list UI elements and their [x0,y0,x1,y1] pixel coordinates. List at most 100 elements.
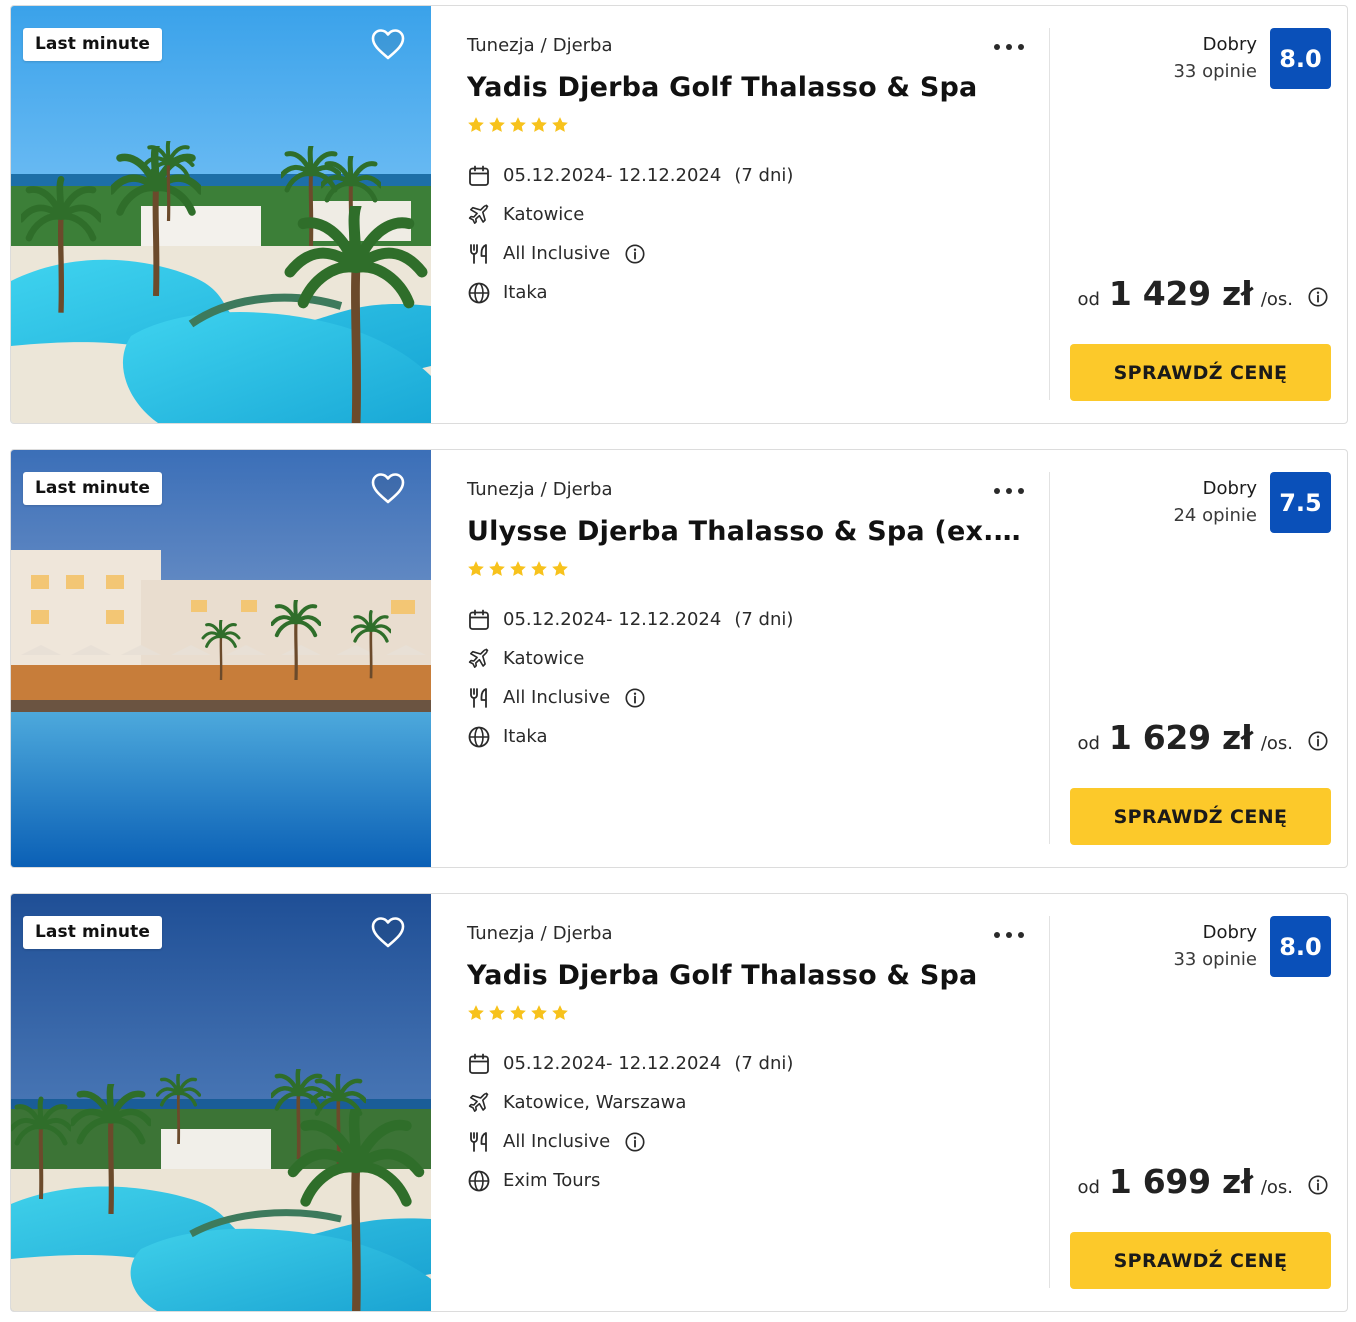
more-icon[interactable] [993,928,1025,942]
star-rating [467,116,569,134]
fact-departure: Katowice [467,195,793,234]
more-options-button[interactable] [993,40,1025,54]
price-suffix: /os. [1260,1177,1293,1198]
fact-dates: 05.12.2024- 12.12.2024 (7 dni) [467,1044,793,1083]
divider [1049,472,1050,844]
utensils-icon [467,686,491,710]
calendar-icon [467,164,491,188]
check-price-button[interactable]: SPRAWDŹ CENĘ [1070,1232,1331,1289]
globe-icon [467,725,491,749]
breadcrumb-country[interactable]: Tunezja [467,923,535,944]
dates-text: 05.12.2024- 12.12.2024 [503,1053,722,1074]
price-amount: 1 629 zł [1108,718,1253,757]
fact-operator: Itaka [467,717,793,756]
departure-text: Katowice, Warszawa [503,1092,687,1113]
breadcrumb-separator: / [540,479,547,500]
breadcrumb: Tunezja / Djerba [467,923,613,944]
operator-text: Itaka [503,282,548,303]
last-minute-badge: Last minute [23,472,162,505]
favorite-button[interactable] [370,471,406,505]
offer-facts: 05.12.2024- 12.12.2024 (7 dni) Katowice … [467,600,793,756]
offer-facts: 05.12.2024- 12.12.2024 (7 dni) Katowice … [467,156,793,312]
hotel-photo-image [11,894,431,1311]
breadcrumb-region[interactable]: Djerba [553,35,613,56]
check-price-button[interactable]: SPRAWDŹ CENĘ [1070,344,1331,401]
rating-summary[interactable]: Dobry 33 opinie [1173,919,1257,973]
utensils-icon [467,1130,491,1154]
rating-word: Dobry [1202,922,1257,943]
offer-details: Tunezja / Djerba Yadis Djerba Golf Thalass… [467,6,1049,423]
favorite-button[interactable] [370,915,406,949]
hotel-photo-image [11,450,431,867]
price-info-icon[interactable] [1307,730,1329,752]
price-block: od 1 699 zł /os. [1077,1162,1329,1201]
stars-icon [468,1005,568,1020]
rating-summary[interactable]: Dobry 24 opinie [1173,475,1257,529]
heart-icon[interactable] [370,471,406,505]
board-text: All Inclusive [503,243,611,264]
divider [1049,916,1050,1288]
heart-icon[interactable] [370,27,406,61]
stars-icon [468,117,568,132]
fact-departure: Katowice, Warszawa [467,1083,793,1122]
rating-word: Dobry [1202,34,1257,55]
divider [1049,28,1050,400]
hotel-title[interactable]: Yadis Djerba Golf Thalasso & Spa [467,960,1027,991]
breadcrumb-region[interactable]: Djerba [553,923,613,944]
score-badge: 8.0 [1270,916,1331,977]
fact-board: All Inclusive [467,234,793,273]
calendar-icon [467,608,491,632]
hotel-photo[interactable]: Last minute [11,6,431,423]
breadcrumb-region[interactable]: Djerba [553,479,613,500]
more-options-button[interactable] [993,928,1025,942]
price-block: od 1 429 zł /os. [1077,274,1329,313]
breadcrumb-country[interactable]: Tunezja [467,479,535,500]
favorite-button[interactable] [370,27,406,61]
offer-card[interactable]: Last minute Tunezja / Djerba Yadis Djerba … [10,5,1348,424]
more-icon[interactable] [993,40,1025,54]
info-icon[interactable] [624,687,646,709]
utensils-icon [467,242,491,266]
price-suffix: /os. [1260,289,1293,310]
heart-icon[interactable] [370,915,406,949]
rating-word: Dobry [1202,478,1257,499]
hotel-photo[interactable]: Last minute [11,894,431,1311]
fact-dates: 05.12.2024- 12.12.2024 (7 dni) [467,600,793,639]
duration-text: (7 dni) [734,165,794,186]
review-count: 33 opinie [1173,949,1257,970]
board-text: All Inclusive [503,687,611,708]
fact-operator: Exim Tours [467,1161,793,1200]
price-block: od 1 629 zł /os. [1077,718,1329,757]
info-icon[interactable] [624,1131,646,1153]
hotel-photo[interactable]: Last minute [11,450,431,867]
price-suffix: /os. [1260,733,1293,754]
star-rating [467,560,569,578]
more-options-button[interactable] [993,484,1025,498]
operator-text: Itaka [503,726,548,747]
review-count: 24 opinie [1173,505,1257,526]
info-icon[interactable] [624,243,646,265]
fact-departure: Katowice [467,639,793,678]
breadcrumb-separator: / [540,923,547,944]
offer-card[interactable]: Last minute Tunezja / Djerba Yadis Djerba … [10,893,1348,1312]
rating-summary[interactable]: Dobry 33 opinie [1173,31,1257,85]
score-badge: 7.5 [1270,472,1331,533]
hotel-title[interactable]: Yadis Djerba Golf Thalasso & Spa [467,72,1027,103]
duration-text: (7 dni) [734,1053,794,1074]
score-badge: 8.0 [1270,28,1331,89]
price-info-icon[interactable] [1307,286,1329,308]
offer-card[interactable]: Last minute Tunezja / Djerba Ulysse Djerba… [10,449,1348,868]
check-price-button[interactable]: SPRAWDŹ CENĘ [1070,788,1331,845]
hotel-title[interactable]: Ulysse Djerba Thalasso & Spa (ex. Sen… [467,516,1027,547]
price-info-icon[interactable] [1307,1174,1329,1196]
offer-details: Tunezja / Djerba Ulysse Djerba Thalasso & … [467,450,1049,867]
offer-details: Tunezja / Djerba Yadis Djerba Golf Thalass… [467,894,1049,1311]
offer-facts: 05.12.2024- 12.12.2024 (7 dni) Katowice,… [467,1044,793,1200]
globe-icon [467,281,491,305]
hotel-photo-image [11,6,431,423]
breadcrumb-country[interactable]: Tunezja [467,35,535,56]
price-prefix: od [1077,289,1100,310]
price-amount: 1 699 zł [1108,1162,1253,1201]
more-icon[interactable] [993,484,1025,498]
breadcrumb-separator: / [540,35,547,56]
